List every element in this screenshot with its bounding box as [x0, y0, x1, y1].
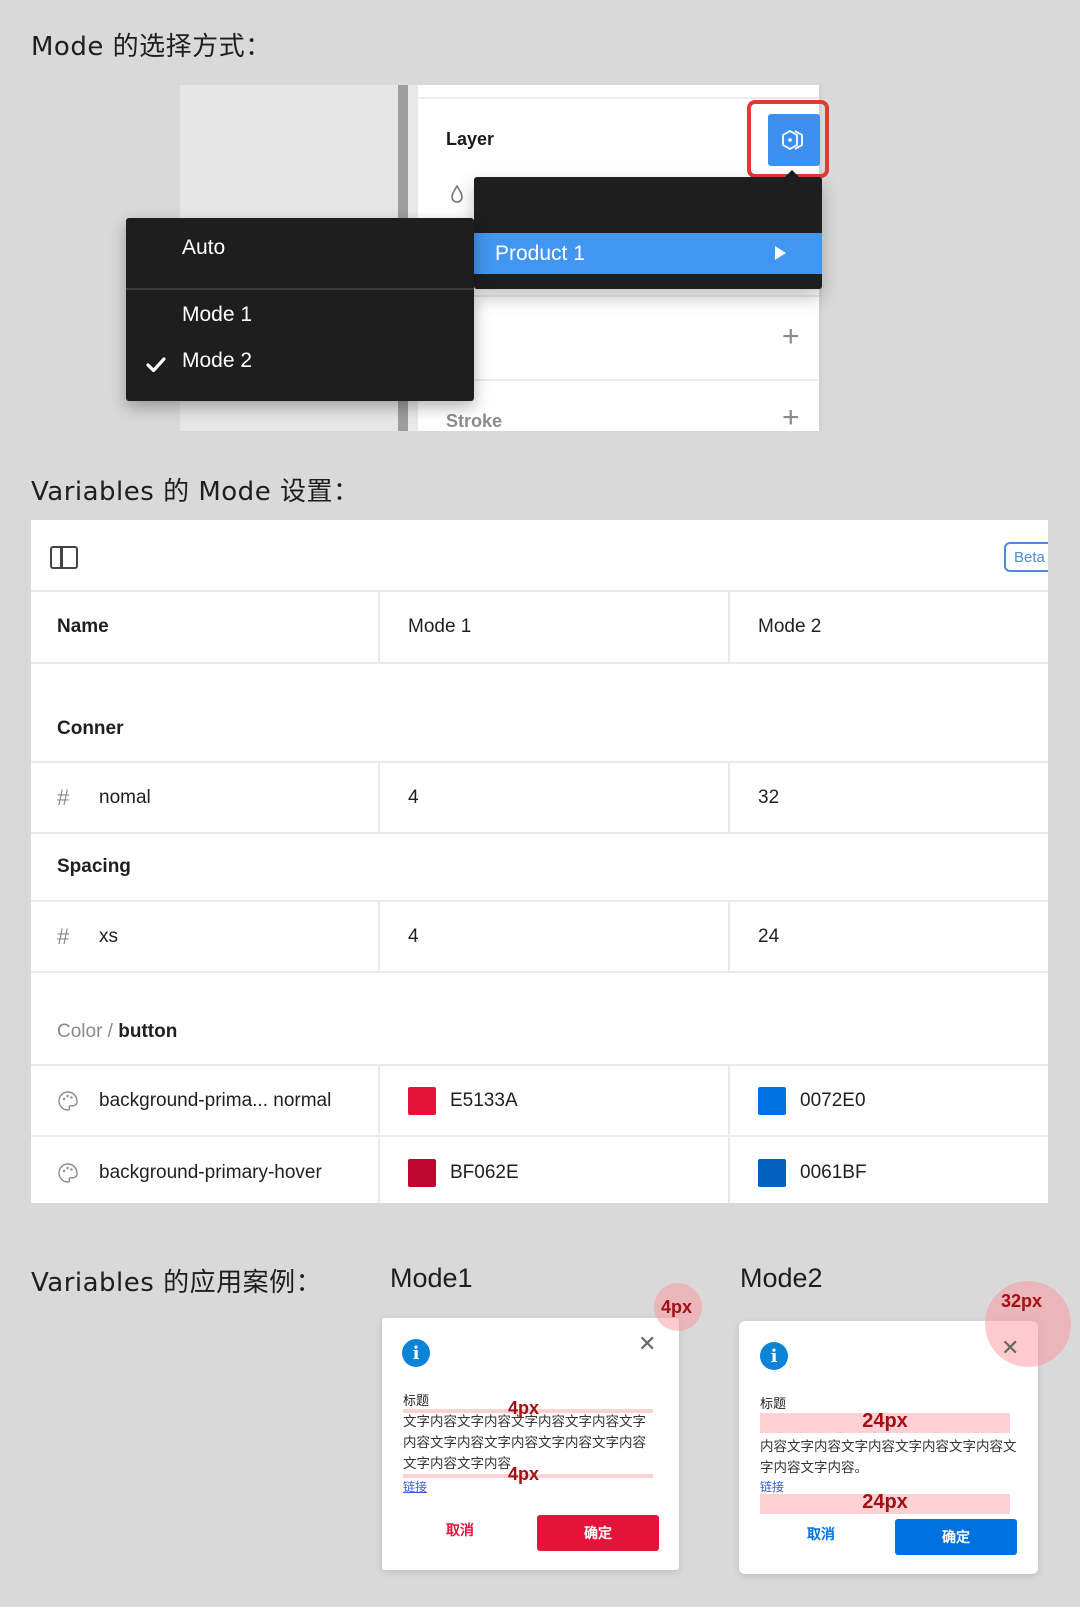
palette-icon: [57, 1090, 99, 1112]
hash-icon: #: [57, 784, 70, 810]
mode-menu: Auto Mode 1 Mode 2: [126, 218, 474, 401]
confirm-button[interactable]: 确定: [895, 1519, 1017, 1555]
menu-item-label: Product 1: [495, 241, 585, 265]
dialog-example-mode2: i 标题 内容文字内容文字内容文字内容文字内容文字内容文字内容。 链接 取消 确…: [739, 1321, 1038, 1574]
color-swatch[interactable]: [758, 1086, 786, 1115]
color-hex: E5133A: [450, 1089, 518, 1111]
mode-2-value[interactable]: 24: [728, 902, 1048, 971]
color-hex: 0061BF: [800, 1161, 867, 1183]
collection-menu: Product 1: [474, 177, 822, 289]
variable-mode-icon: [782, 129, 803, 151]
spacing-annotation-top: 4px: [508, 1398, 540, 1418]
group-label-color-button: Color / button: [57, 1021, 177, 1043]
color-swatch[interactable]: [408, 1086, 436, 1115]
variable-name: background-primary-hover: [99, 1161, 322, 1183]
variable-mode-button[interactable]: [768, 114, 820, 166]
mode-2-value[interactable]: 32: [728, 763, 1048, 832]
dialog-example-mode1: i ✕ 标题 文字内容文字内容文字内容文字内容文字内容文字内容文字内容文字内容文…: [382, 1318, 679, 1570]
group-label-spacing: Spacing: [57, 856, 131, 877]
cancel-button[interactable]: 取消: [446, 1520, 474, 1540]
info-icon: i: [402, 1339, 430, 1367]
menu-item-auto[interactable]: Auto: [182, 236, 225, 260]
mode-2-value[interactable]: 0072E0: [728, 1066, 1048, 1135]
table-header-row: Name Mode 1 Mode 2: [31, 592, 1048, 664]
dialog-link[interactable]: 链接: [403, 1478, 427, 1495]
column-header-mode-1[interactable]: Mode 1: [378, 592, 728, 662]
variables-toolbar: Beta: [31, 520, 1048, 592]
table-row[interactable]: # xs 4 24: [31, 902, 1048, 973]
add-fill-icon[interactable]: +: [782, 322, 800, 352]
group-label-conner: Conner: [57, 718, 124, 739]
radius-annotation: 32px: [1001, 1291, 1043, 1311]
group-row: Color / button: [31, 973, 1048, 1066]
section-title-variables-mode: Variables 的 Mode 设置：: [31, 477, 360, 507]
variable-name-cell[interactable]: background-primary-hover: [31, 1137, 378, 1203]
opacity-drop-icon: [451, 185, 463, 203]
variables-table: Beta Name Mode 1 Mode 2 Conner # nomal 4…: [31, 520, 1048, 1203]
section-title-mode-selection: Mode 的选择方式：: [31, 32, 272, 62]
variable-name: xs: [99, 925, 118, 947]
radius-annotation: 4px: [661, 1297, 693, 1317]
mode-1-value[interactable]: 4: [378, 902, 728, 971]
column-header-name: Name: [57, 616, 109, 637]
color-hex: BF062E: [450, 1161, 519, 1183]
example-title-mode2: Mode2: [740, 1263, 823, 1293]
group-row: Spacing: [31, 834, 1048, 902]
color-swatch[interactable]: [758, 1158, 786, 1187]
close-icon[interactable]: ✕: [1001, 1336, 1019, 1361]
mode-1-value[interactable]: E5133A: [378, 1066, 728, 1135]
spacing-annotation-bottom: 24px: [862, 1491, 908, 1513]
color-hex: 0072E0: [800, 1089, 866, 1111]
group-row: Conner: [31, 664, 1048, 763]
confirm-button[interactable]: 确定: [537, 1515, 659, 1551]
table-row[interactable]: # nomal 4 32: [31, 763, 1048, 834]
submenu-arrow-icon: [775, 246, 786, 260]
divider: [418, 379, 819, 381]
mode-2-value[interactable]: 0061BF: [728, 1137, 1048, 1203]
menu-item-product-1[interactable]: Product 1: [474, 233, 822, 274]
stroke-section-label: Stroke: [446, 411, 503, 431]
dialog-body: 内容文字内容文字内容文字内容文字内容文字内容文字内容。: [760, 1439, 1017, 1475]
variable-name-cell[interactable]: background-prima... normal: [31, 1066, 378, 1135]
column-header-mode-2[interactable]: Mode 2: [728, 592, 1048, 662]
beta-badge: Beta: [1004, 542, 1048, 572]
mode-1-value[interactable]: 4: [378, 763, 728, 832]
menu-item-mode-1[interactable]: Mode 1: [182, 303, 252, 327]
info-icon: i: [760, 1342, 788, 1370]
spacing-annotation-top: 24px: [862, 1410, 908, 1432]
variable-name-cell[interactable]: # nomal: [31, 763, 378, 832]
divider: [418, 97, 819, 99]
menu-caret: [785, 170, 799, 177]
color-swatch[interactable]: [408, 1158, 436, 1187]
spacing-annotation-bottom: 4px: [508, 1464, 540, 1484]
checkmark-icon: [146, 357, 166, 373]
group-name: button: [118, 1021, 178, 1042]
sidebar-toggle-icon[interactable]: [50, 546, 78, 569]
add-stroke-icon[interactable]: +: [782, 403, 800, 432]
menu-item-mode-2[interactable]: Mode 2: [182, 349, 252, 373]
dialog-title: 标题: [403, 1393, 430, 1408]
section-title-variables-usage: Variables 的应用案例：: [31, 1268, 323, 1298]
palette-icon: [57, 1162, 99, 1184]
example-title-mode1: Mode1: [390, 1263, 473, 1293]
menu-separator: [126, 288, 474, 290]
close-icon[interactable]: ✕: [638, 1332, 656, 1357]
table-row[interactable]: background-primary-hover BF062E 0061BF: [31, 1137, 1048, 1203]
layer-section-label: Layer: [446, 129, 495, 149]
mode-1-value[interactable]: BF062E: [378, 1137, 728, 1203]
cancel-button[interactable]: 取消: [807, 1524, 835, 1544]
table-row[interactable]: background-prima... normal E5133A 0072E0: [31, 1066, 1048, 1137]
variable-name-cell[interactable]: # xs: [31, 902, 378, 971]
variable-name: background-prima... normal: [99, 1089, 332, 1111]
variable-name: nomal: [99, 786, 151, 808]
hash-icon: #: [57, 923, 70, 949]
group-path-prefix: Color /: [57, 1021, 119, 1042]
divider: [418, 295, 819, 297]
